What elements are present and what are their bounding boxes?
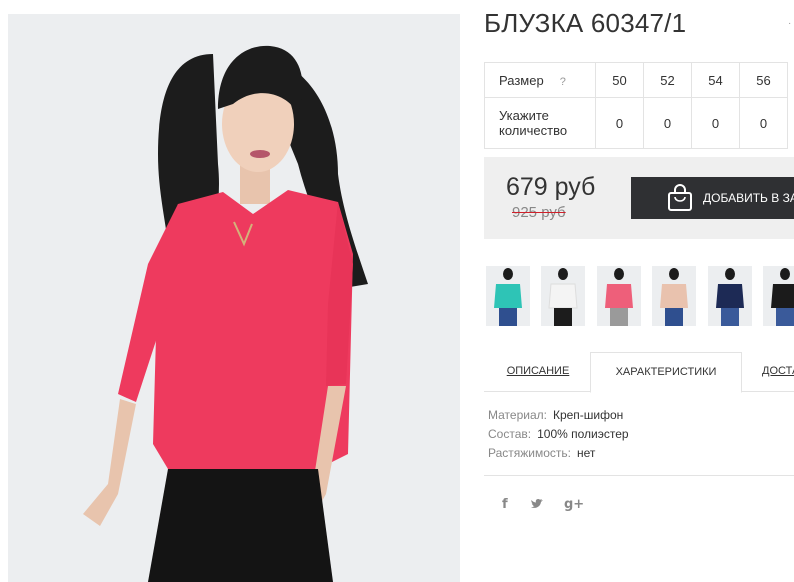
spec-value: Креп-шифон [552,408,624,422]
thumbnail-turquoise[interactable] [486,266,530,326]
spec-composition: Состав: 100% полиэстер [488,427,629,441]
size-option-56: 56 [739,62,788,98]
color-thumbnails [486,266,794,326]
tab-characteristics[interactable]: ХАРАКТЕРИСТИКИ [590,352,742,393]
product-title: БЛУЗКА 60347/1 [484,8,687,38]
main-product-photo[interactable] [8,14,460,582]
size-row-label: Размер [499,72,544,88]
size-option-50: 50 [595,62,644,98]
quantity-row-label: Укажите количество [484,97,596,149]
corner-mark: · [788,18,792,29]
add-to-order-label: ДОБАВИТЬ В ЗАКАЗ [703,191,794,205]
spec-value: 100% полиэстер [537,427,629,441]
quantity-input-54[interactable]: 0 [691,97,740,149]
spec-value: нет [577,446,596,460]
quantity-input-50[interactable]: 0 [595,97,644,149]
quantity-label-line2: количество [499,123,568,138]
size-help-icon[interactable]: ? [560,76,566,88]
google-plus-icon[interactable]: g+ [564,497,584,512]
thumbnail-beige[interactable] [652,266,696,326]
tab-description[interactable]: ОПИСАНИЕ [500,352,576,391]
thumbnail-white[interactable] [541,266,585,326]
add-to-order-button[interactable]: ДОБАВИТЬ В ЗАКАЗ [631,177,794,219]
thumbnail-navy[interactable] [708,266,752,326]
quantity-row: Укажите количество 0 0 0 0 [484,97,788,149]
size-row-label-cell: Размер? [484,62,596,98]
quantity-label-line1: Укажите [499,108,549,123]
tab-delivery[interactable]: ДОСТАВКА [762,352,794,391]
facebook-icon[interactable]: f [502,497,508,512]
thumbnail-black[interactable] [763,266,794,326]
size-option-54: 54 [691,62,740,98]
spec-stretch: Растяжимость: нет [488,446,595,460]
price-box: 679 руб 925 руб ДОБАВИТЬ В ЗАКАЗ [484,157,794,239]
size-option-52: 52 [643,62,692,98]
thumbnail-pink[interactable] [597,266,641,326]
quantity-input-56[interactable]: 0 [739,97,788,149]
model-illustration [8,14,460,582]
old-price: 925 руб [512,204,566,221]
spec-label: Состав: [488,427,532,441]
quantity-input-52[interactable]: 0 [643,97,692,149]
size-row: Размер? 50 52 54 56 [484,62,788,98]
size-quantity-table: Размер? 50 52 54 56 Укажите количество 0… [484,62,788,149]
twitter-icon[interactable] [530,498,544,514]
spec-label: Растяжимость: [488,446,572,460]
spec-label: Материал: [488,408,547,422]
section-divider [484,475,794,476]
current-price: 679 руб [506,173,596,201]
spec-material: Материал: Креп-шифон [488,408,623,422]
shopping-bag-icon [668,184,692,211]
